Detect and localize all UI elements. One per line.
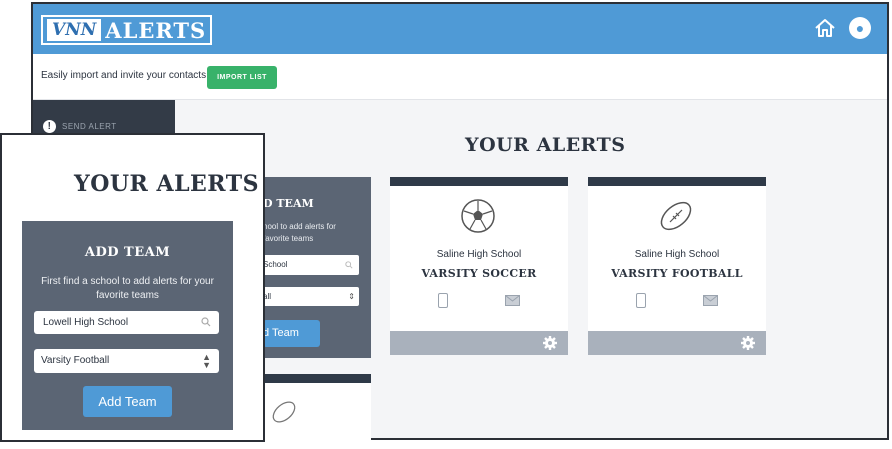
search-value: Lowell High School xyxy=(43,317,129,328)
add-team-panel-back: D TEAM hool to add alerts for favorite t… xyxy=(263,177,371,358)
add-team-button[interactable]: d Team xyxy=(263,320,320,347)
page-title: YOUR ALERTS xyxy=(465,134,626,156)
add-team-panel: ADD TEAM First find a school to add aler… xyxy=(22,221,233,430)
sidebar-item-label: SEND ALERT xyxy=(62,122,117,131)
zoom-callout: YOUR ALERTS ADD TEAM First find a school… xyxy=(0,133,265,442)
logo-vnn: VNN xyxy=(47,19,102,41)
gear-icon[interactable] xyxy=(740,335,756,351)
card-school: Saline High School xyxy=(634,249,720,260)
desc-line: favorite teams xyxy=(263,234,314,243)
zoom-page-title: YOUR ALERTS xyxy=(74,171,259,197)
add-team-title: ADD TEAM xyxy=(84,245,171,260)
search-icon xyxy=(345,261,353,269)
team-select[interactable]: all ⇕ xyxy=(263,287,359,306)
desc-line: hool to add alerts for xyxy=(263,222,336,231)
import-bar: Easily import and invite your contacts. … xyxy=(33,54,887,100)
gear-icon[interactable] xyxy=(542,335,558,351)
mail-icon[interactable] xyxy=(505,295,520,306)
phone-icon[interactable] xyxy=(438,293,448,308)
select-caret-icon: ⇕ xyxy=(348,292,355,301)
alert-card[interactable]: Saline High School VARSITY SOCCER xyxy=(390,177,568,355)
add-team-description: hool to add alerts for favorite teams xyxy=(263,221,336,245)
soccer-ball-icon xyxy=(461,199,495,233)
user-icon[interactable]: ● xyxy=(849,17,871,39)
school-search-input[interactable]: Lowell High School xyxy=(34,311,219,334)
select-caret-icon: ▲ ▼ xyxy=(202,352,211,370)
search-value: School xyxy=(263,260,288,269)
top-bar: VNN ALERTS ● xyxy=(33,4,887,54)
vnn-alerts-logo[interactable]: VNN ALERTS xyxy=(41,15,213,45)
import-text: Easily import and invite your contacts. xyxy=(41,70,209,81)
logo-alerts: ALERTS xyxy=(105,17,207,43)
import-list-button[interactable]: IMPORT LIST xyxy=(207,66,277,89)
phone-icon[interactable] xyxy=(636,293,646,308)
alert-card-partial xyxy=(263,374,371,449)
card-school: Saline High School xyxy=(436,249,522,260)
sidebar-item-send-alert[interactable]: ! SEND ALERT xyxy=(43,120,117,133)
search-icon xyxy=(201,317,211,327)
add-team-button[interactable]: Add Team xyxy=(83,386,172,417)
card-footer xyxy=(588,331,766,355)
card-team: VARSITY SOCCER xyxy=(421,267,537,280)
home-icon[interactable] xyxy=(813,16,837,40)
football-icon xyxy=(660,201,692,231)
card-footer xyxy=(390,331,568,355)
select-value: Varsity Football xyxy=(41,355,110,366)
team-select[interactable]: Varsity Football ▲ ▼ xyxy=(34,349,219,373)
school-search-input[interactable]: School xyxy=(263,255,359,275)
alert-card[interactable]: Saline High School VARSITY FOOTBALL xyxy=(588,177,766,355)
football-icon xyxy=(272,401,296,423)
add-team-title: D TEAM xyxy=(263,197,314,210)
add-team-description: First find a school to add alerts for yo… xyxy=(41,276,214,301)
card-team: VARSITY FOOTBALL xyxy=(611,267,743,280)
mail-icon[interactable] xyxy=(703,295,718,306)
alert-icon: ! xyxy=(43,120,56,133)
